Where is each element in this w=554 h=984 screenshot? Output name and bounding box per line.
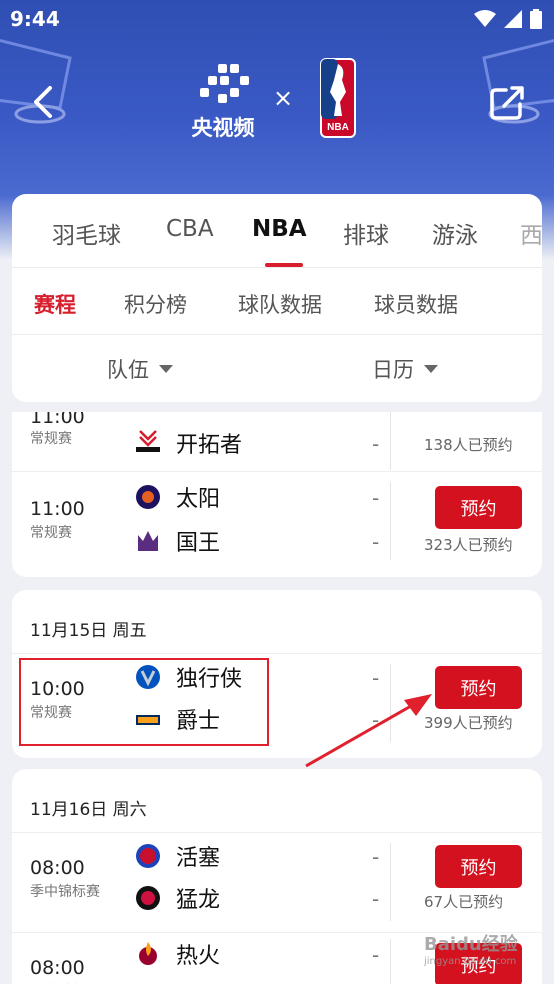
back-icon[interactable] <box>26 82 62 122</box>
kings-logo-icon <box>134 527 162 555</box>
schedule-group: 11:00 常规赛 开拓者 - 预约 138人已预约 11:00 常规赛 太阳 <box>12 412 542 577</box>
reserve-button[interactable]: 预约 <box>435 666 522 709</box>
subtab-standings[interactable]: 积分榜 <box>124 289 187 319</box>
nba-logo: NBA <box>320 58 356 138</box>
team-entry: 开拓者 <box>134 426 242 460</box>
tab-swimming[interactable]: 游泳 <box>432 216 478 250</box>
status-time: 9:44 <box>10 7 60 31</box>
team-name: 活塞 <box>176 846 221 871</box>
battery-icon <box>530 9 542 29</box>
trail-blazers-logo-icon <box>134 429 162 457</box>
match-time: 11:00 <box>30 498 85 520</box>
team-filter-label: 队伍 <box>107 358 149 382</box>
subtab-player-stats[interactable]: 球员数据 <box>374 289 458 319</box>
partnership-times: × <box>273 84 294 112</box>
calendar-filter[interactable]: 日历 <box>372 354 438 384</box>
tab-volleyball[interactable]: 排球 <box>343 216 389 250</box>
watermark-sub: jingyan.baidu.com <box>424 956 517 967</box>
row-separator <box>390 482 391 560</box>
score: - <box>372 887 380 911</box>
subtab-schedule[interactable]: 赛程 <box>34 289 76 319</box>
cctv-mark-icon <box>199 64 249 103</box>
share-icon[interactable] <box>488 82 528 122</box>
team-name: 热火 <box>176 944 221 969</box>
annotation-highlight-box <box>19 658 269 746</box>
cctv-logo: 央视频 <box>186 64 260 144</box>
watermark: Baidu经验 jingyan.baidu.com <box>424 930 552 980</box>
chevron-down-icon <box>159 365 173 373</box>
team-entry: 猛龙 <box>134 881 220 915</box>
suns-logo-icon <box>134 483 162 511</box>
team-entry: 热火 <box>134 937 220 971</box>
tabs-divider <box>12 267 542 268</box>
team-name: 开拓者 <box>176 433 243 458</box>
tab-more[interactable]: 西 <box>520 216 543 250</box>
team-entry: 太阳 <box>134 480 220 514</box>
tab-nba[interactable]: NBA <box>252 216 307 242</box>
subtab-team-stats[interactable]: 球队数据 <box>238 289 322 319</box>
sport-tabs: 羽毛球 CBA NBA 排球 游泳 西 <box>12 194 543 267</box>
team-filter[interactable]: 队伍 <box>107 354 173 384</box>
date-header: 11月16日 周六 <box>30 800 147 820</box>
team-name: 国王 <box>176 531 221 556</box>
match-time: 11:00 <box>30 412 85 428</box>
row-separator <box>390 412 391 470</box>
score: - <box>372 486 380 510</box>
match-type: 常规赛 <box>30 525 72 541</box>
reserve-count: 67人已预约 <box>424 893 504 911</box>
match-type: 季中锦标赛 <box>30 884 100 900</box>
status-bar: 9:44 <box>0 0 554 38</box>
tab-badminton[interactable]: 羽毛球 <box>52 216 121 250</box>
match-time: 08:00 <box>30 957 85 979</box>
team-entry: 国王 <box>134 524 220 558</box>
score: - <box>372 530 380 554</box>
match-type: 常规赛 <box>30 431 72 447</box>
cctv-name: 央视频 <box>191 116 255 140</box>
row-separator <box>390 939 391 984</box>
match-row[interactable]: 11:00 常规赛 太阳 国王 - - 预约 323人已预约 <box>12 472 542 570</box>
team-entry: 活塞 <box>134 839 220 873</box>
score: - <box>372 666 380 690</box>
row-separator <box>390 843 391 921</box>
reserve-button[interactable]: 预约 <box>435 845 522 888</box>
team-name: 猛龙 <box>176 888 221 913</box>
signal-icon <box>504 10 522 28</box>
score: - <box>372 432 380 456</box>
watermark-text: Baidu经验 <box>424 934 518 955</box>
annotation-arrow-icon <box>305 694 432 768</box>
chevron-down-icon <box>424 365 438 373</box>
subtabs-divider <box>12 334 542 335</box>
reserve-button[interactable]: 预约 <box>435 486 522 529</box>
reserve-count: 323人已预约 <box>424 536 513 554</box>
match-row[interactable]: 11:00 常规赛 开拓者 - 预约 138人已预约 <box>12 412 542 470</box>
pistons-logo-icon <box>134 842 162 870</box>
date-header: 11月15日 周五 <box>30 621 147 641</box>
heat-logo-icon <box>134 940 162 968</box>
tab-cba[interactable]: CBA <box>166 216 214 242</box>
score: - <box>372 845 380 869</box>
nba-logo-text: NBA <box>327 122 349 133</box>
category-card: 羽毛球 CBA NBA 排球 游泳 西 赛程 积分榜 球队数据 球员数据 队伍 … <box>12 194 543 402</box>
status-icons <box>474 9 542 29</box>
calendar-filter-label: 日历 <box>372 358 414 382</box>
team-name: 太阳 <box>176 487 221 512</box>
match-time: 08:00 <box>30 857 85 879</box>
match-row[interactable]: 08:00 季中锦标赛 活塞 猛龙 - - 预约 67人已预约 <box>12 833 542 931</box>
reserve-count: 138人已预约 <box>424 436 513 454</box>
score: - <box>372 943 380 967</box>
wifi-icon <box>474 10 496 27</box>
raptors-logo-icon <box>134 884 162 912</box>
